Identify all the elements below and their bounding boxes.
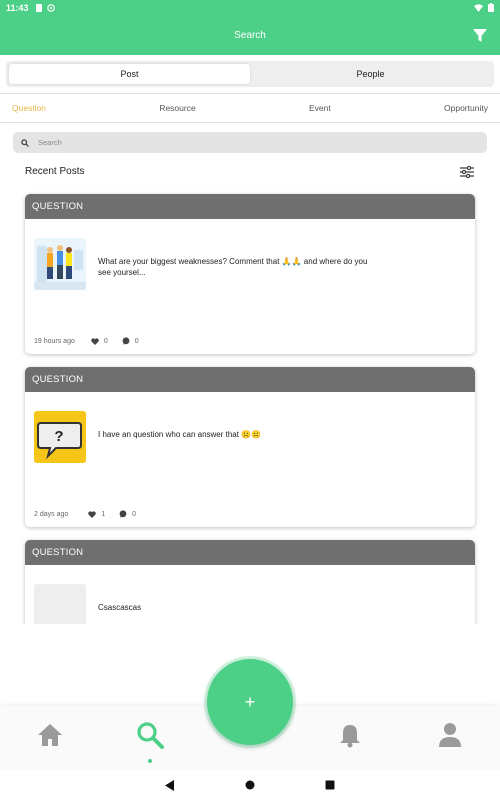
create-post-button[interactable]: + [207, 659, 293, 745]
post-thumbnail-placeholder [34, 584, 86, 624]
nav-profile[interactable] [435, 720, 465, 750]
posts-feed: QUESTION What are your biggest weaknesse… [0, 190, 500, 624]
post-card[interactable]: QUESTION What are your biggest weaknesse… [25, 194, 475, 354]
like-count: 0 [103, 337, 108, 345]
nav-home[interactable] [35, 720, 65, 750]
post-type-header: QUESTION [25, 194, 475, 219]
svg-text:?: ? [54, 428, 63, 445]
home-circle-icon[interactable] [245, 780, 255, 790]
comment-count: 0 [134, 337, 139, 345]
comment-count: 0 [132, 510, 137, 518]
heart-icon [88, 510, 97, 518]
post-card[interactable]: QUESTION Csascascas [25, 540, 475, 624]
comment-button[interactable]: 0 [122, 337, 139, 345]
like-button[interactable]: 0 [91, 338, 108, 345]
post-type-header: QUESTION [25, 367, 475, 392]
post-meta: 2 days ago 1 0 [34, 510, 136, 518]
comment-icon [122, 337, 130, 345]
post-text: I have an question who can answer that ☹… [98, 430, 262, 439]
home-icon [38, 724, 62, 746]
search-placeholder: Search [38, 138, 62, 147]
like-button[interactable]: 1 [88, 511, 105, 518]
search-icon [21, 138, 29, 147]
segment-people[interactable]: People [250, 64, 491, 84]
tab-question[interactable]: Question [12, 103, 46, 113]
search-input[interactable]: Search [13, 132, 487, 153]
divider [0, 122, 500, 123]
system-navigation [0, 770, 500, 800]
tab-event[interactable]: Event [309, 103, 331, 113]
like-count: 1 [101, 510, 106, 518]
filter-icon[interactable] [472, 27, 488, 43]
tab-opportunity[interactable]: Opportunity [444, 103, 488, 113]
recents-icon[interactable] [325, 780, 335, 790]
post-time: 19 hours ago [34, 337, 75, 345]
post-text: What are your biggest weaknesses? Commen… [98, 257, 368, 277]
battery-icon [488, 3, 494, 12]
sort-settings-icon[interactable] [459, 165, 475, 179]
post-card[interactable]: QUESTION ? I have an question who can an… [25, 367, 475, 527]
page-title: Search [234, 29, 266, 41]
active-indicator [148, 759, 152, 763]
post-time: 2 days ago [34, 510, 69, 518]
status-time: 11:43 [6, 2, 29, 13]
section-title: Recent Posts [25, 166, 85, 177]
search-icon [137, 722, 164, 749]
comment-icon [119, 510, 127, 518]
segment-post[interactable]: Post [9, 64, 250, 84]
app-header: Search [0, 15, 500, 55]
comment-button[interactable]: 0 [119, 510, 136, 518]
post-text: Csascascas [98, 603, 142, 612]
tab-resource[interactable]: Resource [159, 103, 195, 113]
nav-search[interactable] [135, 720, 165, 750]
question-bubble-image: ? [34, 411, 86, 463]
post-meta: 19 hours ago 0 0 [34, 337, 139, 345]
sync-icon [46, 3, 55, 12]
bell-icon [340, 724, 360, 747]
heart-icon [91, 337, 99, 345]
sim-icon [35, 3, 42, 12]
post-people-toggle: Post People [6, 61, 494, 87]
status-bar: 11:43 [0, 0, 500, 15]
wifi-icon [474, 3, 483, 12]
nav-notifications[interactable] [335, 720, 365, 750]
divider [0, 93, 500, 94]
category-tabs: Question Resource Event Opportunity [0, 95, 500, 121]
back-icon[interactable] [165, 779, 175, 791]
post-type-header: QUESTION [25, 540, 475, 565]
profile-icon [439, 723, 461, 747]
plus-icon: + [244, 691, 256, 712]
team-illustration-image [34, 238, 86, 290]
